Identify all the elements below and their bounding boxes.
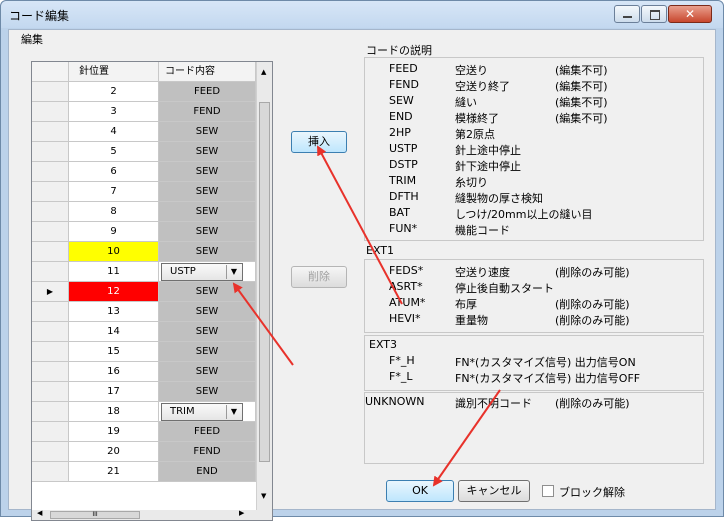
arrow-to-insert xyxy=(317,145,403,305)
annotation-arrows xyxy=(232,145,501,487)
arrow-to-ok xyxy=(432,389,501,487)
arrow-to-ustp-combo xyxy=(232,282,294,366)
